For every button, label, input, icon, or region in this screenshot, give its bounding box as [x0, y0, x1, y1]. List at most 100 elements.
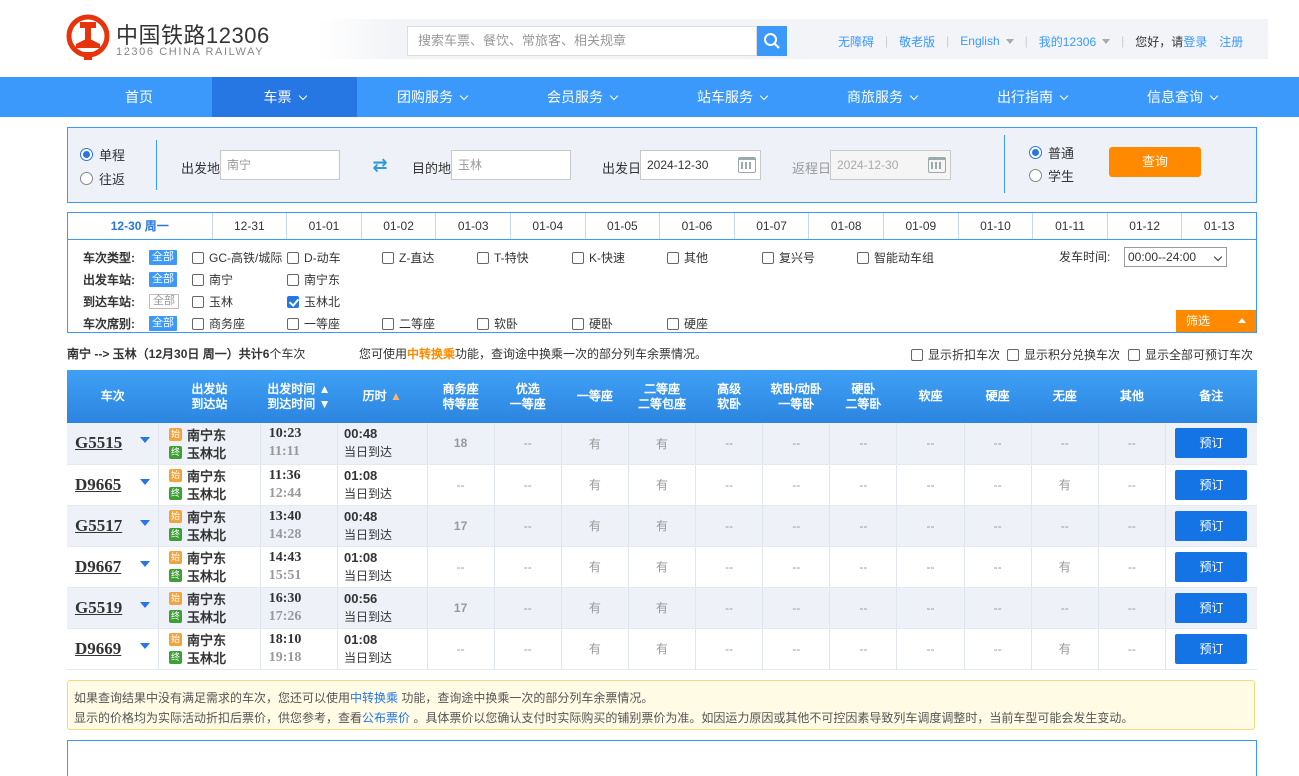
site-search-button[interactable] [757, 26, 787, 56]
date-tab[interactable]: 01-07 [733, 213, 809, 239]
published-fare-link[interactable]: 公布票价 [362, 711, 410, 725]
filter-type-k[interactable]: K-快速 [572, 249, 625, 266]
filter-type-z[interactable]: Z-直达 [382, 249, 434, 266]
date-tab[interactable]: 01-11 [1032, 213, 1107, 239]
seat-availability[interactable]: 有 [1030, 546, 1099, 588]
show-points-checkbox[interactable]: 显示积分兑换车次 [1007, 346, 1120, 363]
return-date-input[interactable]: 2024-12-30 [830, 150, 951, 180]
from-station-input[interactable]: 南宁 [220, 150, 340, 180]
filter-type-gc[interactable]: GC-高铁/城际 [192, 249, 282, 266]
filter-all-button[interactable]: 全部 [149, 271, 177, 287]
chevron-down-icon[interactable] [140, 478, 150, 485]
date-tab[interactable]: 01-02 [360, 213, 436, 239]
accessible-link[interactable]: 无障碍 [838, 33, 874, 50]
filter-type-t[interactable]: T-特快 [477, 249, 529, 266]
nav-travel-guide[interactable]: 出行指南 [957, 77, 1107, 117]
seat-availability[interactable]: 有 [627, 546, 696, 588]
trip-oneway-radio[interactable]: 单程 [80, 145, 125, 164]
filter-all-button[interactable]: 全部 [149, 293, 179, 309]
filter-seat-hard-seat[interactable]: 硬座 [667, 315, 708, 332]
seat-availability[interactable]: 有 [1030, 628, 1099, 670]
nav-tickets[interactable]: 车票 [212, 77, 357, 117]
seat-availability[interactable]: 有 [627, 423, 696, 465]
nav-business-travel[interactable]: 商旅服务 [807, 77, 957, 117]
book-button[interactable]: 预订 [1175, 510, 1248, 541]
date-tab[interactable]: 01-12 [1106, 213, 1182, 239]
filter-seat-first[interactable]: 一等座 [287, 315, 340, 332]
date-tab[interactable]: 01-06 [659, 213, 734, 239]
transfer-link[interactable]: 中转换乘 [350, 691, 398, 705]
filter-to-yulin[interactable]: 玉林 [192, 293, 233, 310]
date-tab[interactable]: 01-03 [435, 213, 510, 239]
to-station-input[interactable]: 玉林 [451, 150, 571, 180]
chevron-down-icon[interactable] [140, 560, 150, 567]
seat-availability[interactable]: 有 [560, 587, 629, 629]
seat-availability[interactable]: 有 [627, 464, 696, 506]
nav-station-service[interactable]: 站车服务 [657, 77, 807, 117]
filter-type-d[interactable]: D-动车 [287, 249, 341, 266]
train-number-link[interactable]: G5519 [75, 598, 122, 617]
date-tab[interactable]: 01-01 [286, 213, 361, 239]
seat-availability[interactable]: 有 [627, 628, 696, 670]
filter-to-yulinbei[interactable]: 玉林北 [287, 293, 340, 310]
date-tab[interactable]: 01-08 [808, 213, 883, 239]
seat-availability[interactable]: 有 [560, 464, 629, 506]
filter-all-button[interactable]: 全部 [149, 249, 177, 265]
filter-seat-hard-sleeper[interactable]: 硬卧 [572, 315, 613, 332]
filter-type-smart[interactable]: 智能动车组 [857, 249, 934, 266]
nav-group-service[interactable]: 团购服务 [357, 77, 507, 117]
train-number-link[interactable]: D9669 [75, 639, 121, 658]
train-number-link[interactable]: D9665 [75, 475, 121, 494]
seat-availability[interactable]: 有 [1030, 464, 1099, 506]
filter-type-fuxing[interactable]: 复兴号 [762, 249, 815, 266]
train-number-link[interactable]: G5517 [75, 516, 122, 535]
nav-info-query[interactable]: 信息查询 [1107, 77, 1257, 117]
transfer-link[interactable]: 中转换乘 [407, 347, 455, 361]
elderly-mode-link[interactable]: 敬老版 [899, 33, 935, 50]
train-number-link[interactable]: G5515 [75, 433, 122, 452]
filter-from-nanningdong[interactable]: 南宁东 [287, 271, 340, 288]
language-english-link[interactable]: English [960, 34, 999, 48]
filter-seat-soft-sleeper[interactable]: 软卧 [477, 315, 518, 332]
date-tab[interactable]: 01-10 [957, 213, 1033, 239]
query-button[interactable]: 查询 [1109, 147, 1201, 177]
book-button[interactable]: 预订 [1175, 551, 1248, 582]
ticket-student-radio[interactable]: 学生 [1029, 166, 1074, 185]
swap-stations-icon[interactable]: ⇄ [370, 155, 390, 175]
calendar-icon[interactable] [928, 157, 946, 173]
calendar-icon[interactable] [738, 157, 756, 173]
date-tab[interactable]: 01-13 [1181, 213, 1256, 239]
date-tab-active[interactable]: 12-30 周一 [68, 213, 212, 241]
depart-time-select[interactable]: 00:00--24:00 [1124, 247, 1227, 267]
seat-availability[interactable]: 有 [627, 505, 696, 547]
filter-from-nanning[interactable]: 南宁 [192, 271, 233, 288]
login-link[interactable]: 登录 [1183, 33, 1207, 50]
book-button[interactable]: 预订 [1175, 469, 1248, 500]
chevron-down-icon[interactable] [140, 519, 150, 526]
date-tab[interactable]: 01-05 [584, 213, 660, 239]
seat-availability[interactable]: 有 [627, 587, 696, 629]
seat-availability[interactable]: 有 [560, 546, 629, 588]
date-tab[interactable]: 01-09 [883, 213, 958, 239]
book-button[interactable]: 预订 [1175, 428, 1248, 459]
depart-date-input[interactable]: 2024-12-30 [640, 150, 761, 180]
chevron-down-icon[interactable] [140, 437, 150, 443]
nav-home[interactable]: 首页 [66, 77, 212, 117]
ticket-normal-radio[interactable]: 普通 [1029, 143, 1074, 162]
date-tab[interactable]: 12-31 [211, 213, 287, 239]
show-discount-checkbox[interactable]: 显示折扣车次 [911, 346, 1000, 363]
seat-availability[interactable]: 有 [560, 423, 629, 465]
train-number-link[interactable]: D9667 [75, 557, 121, 576]
filter-toggle-button[interactable]: 筛选 [1176, 310, 1256, 332]
filter-seat-business[interactable]: 商务座 [192, 315, 245, 332]
chevron-down-icon[interactable] [140, 642, 150, 649]
site-search-input[interactable]: 搜索车票、餐饮、常旅客、相关规章 [407, 26, 757, 56]
seat-availability[interactable]: 有 [560, 628, 629, 670]
seat-availability[interactable]: 18 [426, 423, 495, 465]
col-duration-sortable[interactable]: 历时 ▲ [337, 370, 428, 423]
filter-seat-second[interactable]: 二等座 [382, 315, 435, 332]
book-button[interactable]: 预订 [1175, 633, 1248, 664]
show-all-bookable-checkbox[interactable]: 显示全部可预订车次 [1128, 346, 1253, 363]
register-link[interactable]: 注册 [1219, 33, 1243, 50]
chevron-down-icon[interactable] [140, 601, 150, 608]
